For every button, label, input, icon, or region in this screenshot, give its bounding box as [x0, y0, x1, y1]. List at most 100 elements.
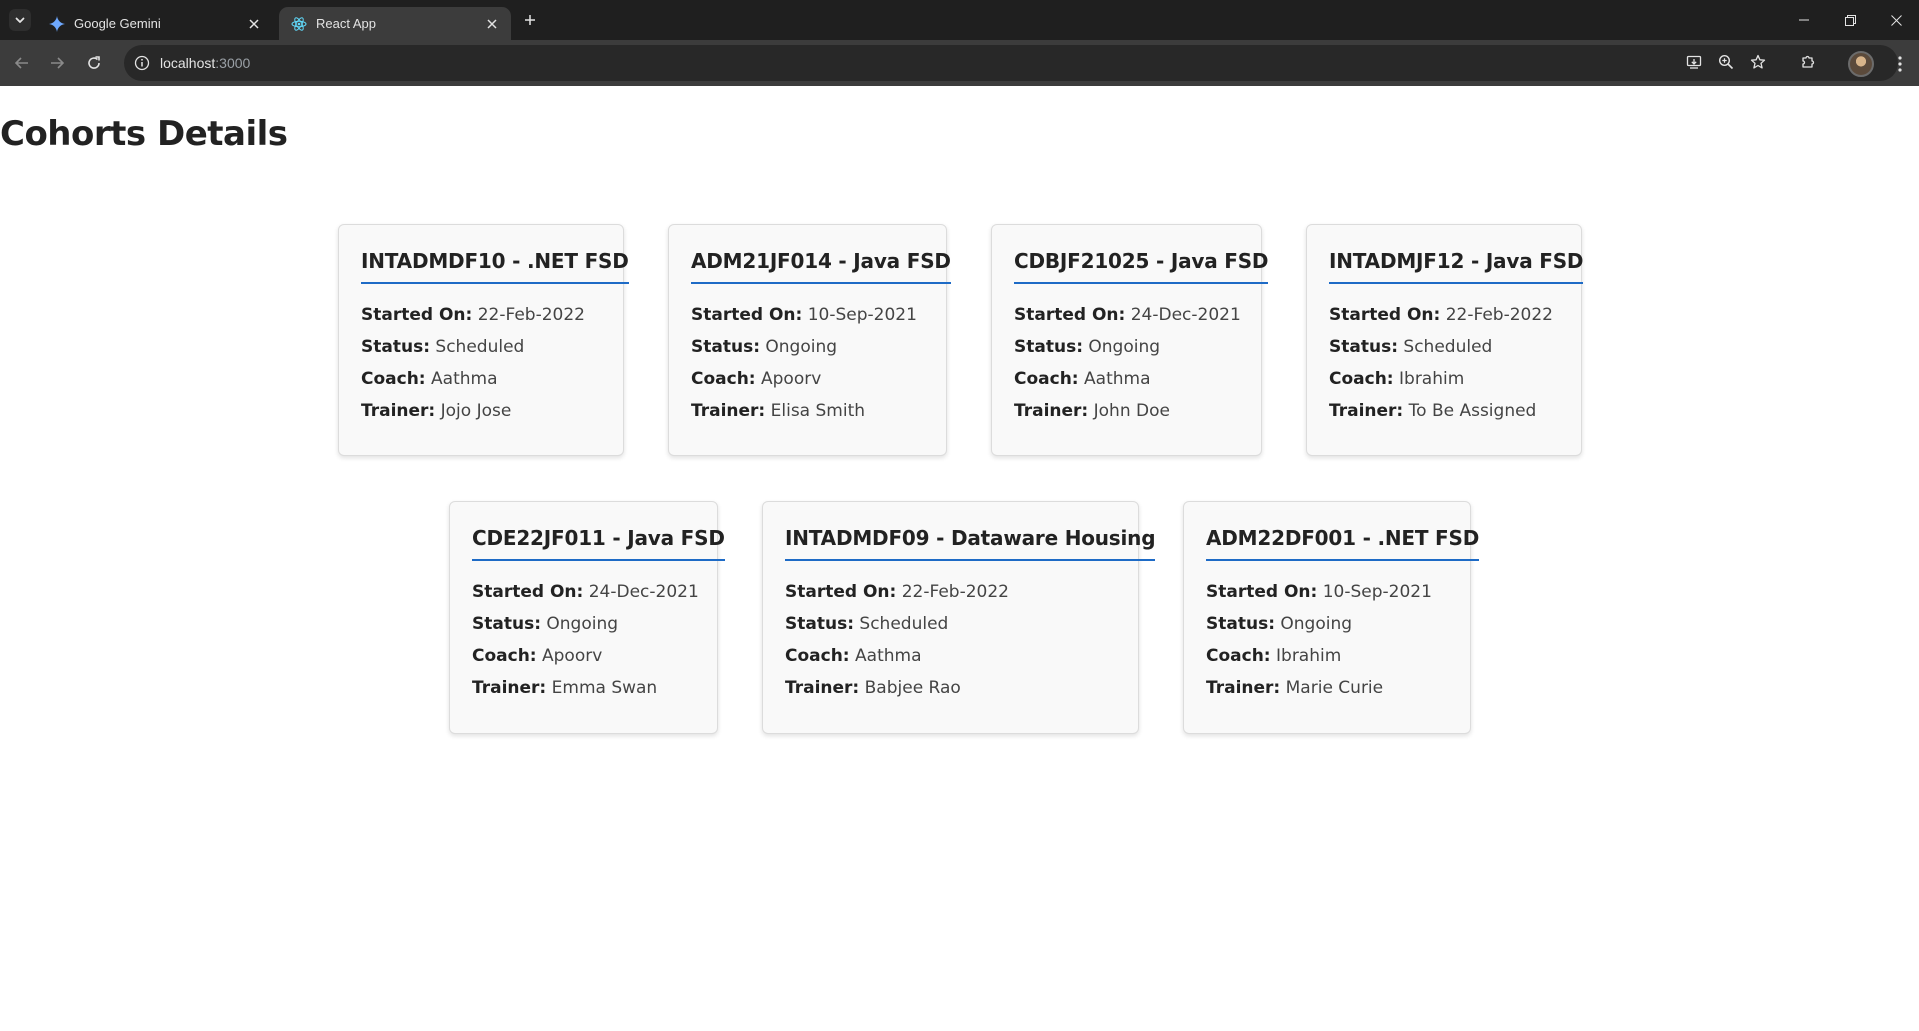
field-label: Coach:: [1329, 369, 1394, 389]
forward-button[interactable]: [45, 51, 69, 75]
started-on-value: 24-Dec-2021: [1130, 305, 1241, 325]
started-on-value: 22-Feb-2022: [901, 582, 1009, 602]
extensions-button[interactable]: [1796, 50, 1820, 74]
field-label: Coach:: [1014, 369, 1079, 389]
trainer-row: Trainer: Emma Swan: [472, 679, 695, 698]
trainer-value: Marie Curie: [1285, 678, 1384, 698]
cohort-card: CDE22JF011 - Java FSD Started On: 24-Dec…: [449, 501, 725, 734]
profile-avatar[interactable]: [1848, 51, 1874, 77]
browser-menu-button[interactable]: [1890, 51, 1910, 77]
field-label: Trainer:: [1014, 401, 1089, 421]
status-row: Status: Ongoing: [691, 338, 924, 357]
field-label: Started On:: [691, 305, 803, 325]
back-button[interactable]: [10, 51, 34, 75]
status-value: Scheduled: [1403, 337, 1493, 357]
field-label: Coach:: [361, 369, 426, 389]
field-label: Coach:: [691, 369, 756, 389]
tab-search-button[interactable]: [9, 9, 31, 31]
field-label: Coach:: [785, 646, 850, 666]
tab-title: React App: [316, 16, 376, 31]
coach-row: Coach: Ibrahim: [1206, 647, 1448, 666]
star-icon: [1750, 54, 1766, 69]
field-label: Status:: [1014, 337, 1083, 357]
trainer-row: Trainer: To Be Assigned: [1329, 402, 1559, 421]
field-label: Started On:: [472, 582, 584, 602]
page-title: Cohorts Details: [0, 114, 288, 154]
site-info-icon[interactable]: [130, 51, 154, 75]
field-label: Trainer:: [785, 678, 860, 698]
started-on-row: Started On: 22-Feb-2022: [1329, 306, 1559, 325]
coach-row: Coach: Aathma: [785, 647, 1116, 666]
reload-button[interactable]: [82, 51, 106, 75]
tab-google-gemini[interactable]: Google Gemini: [37, 7, 273, 40]
cohort-title: ADM21JF014 - Java FSD: [691, 249, 951, 284]
field-label: Status:: [1206, 614, 1275, 634]
coach-value: Apoorv: [761, 369, 822, 389]
close-window-button[interactable]: [1873, 0, 1919, 40]
close-tab-icon[interactable]: [483, 15, 501, 33]
status-value: Scheduled: [859, 614, 949, 634]
install-app-button[interactable]: [1682, 50, 1706, 74]
bookmark-button[interactable]: [1746, 50, 1770, 74]
status-value: Ongoing: [1280, 614, 1353, 634]
started-on-row: Started On: 24-Dec-2021: [1014, 305, 1241, 325]
cohort-title: CDBJF21025 - Java FSD: [1014, 249, 1269, 284]
coach-value: Apoorv: [542, 646, 603, 666]
field-label: Status:: [1329, 337, 1398, 357]
cohort-card: CDBJF21025 - Java FSD Started On: 24-Dec…: [991, 224, 1269, 456]
arrow-right-icon: [51, 57, 65, 69]
trainer-row: Trainer: John Doe: [1014, 402, 1239, 421]
started-on-row: Started On: 10-Sep-2021: [1206, 583, 1448, 602]
cohort-title: ADM22DF001 - .NET FSD: [1206, 526, 1479, 561]
field-label: Trainer:: [361, 401, 436, 421]
status-row: Status: Scheduled: [1329, 338, 1559, 357]
close-tab-icon[interactable]: [245, 15, 263, 33]
restore-button[interactable]: [1827, 0, 1873, 40]
cohort-card: INTADMDF10 - .NET FSD Started On: 22-Feb…: [338, 224, 629, 456]
field-label: Status:: [691, 337, 760, 357]
address-bar[interactable]: localhost:3000: [124, 45, 1898, 81]
started-on-row: Started On: 10-Sep-2021: [691, 306, 924, 325]
coach-value: Aathma: [855, 646, 922, 666]
cohort-title: INTADMDF09 - Dataware Housing: [785, 526, 1156, 561]
trainer-value: Jojo Jose: [440, 401, 512, 421]
coach-row: Coach: Aathma: [361, 370, 601, 389]
puzzle-icon: [1802, 55, 1815, 68]
field-label: Status:: [785, 614, 854, 634]
field-label: Started On:: [1206, 582, 1318, 602]
url-host: localhost: [160, 55, 216, 71]
coach-value: Ibrahim: [1399, 369, 1465, 389]
status-value: Ongoing: [546, 614, 619, 634]
started-on-value: 10-Sep-2021: [807, 305, 917, 325]
cohort-card: INTADMDF09 - Dataware Housing Started On…: [762, 501, 1156, 734]
status-value: Scheduled: [435, 337, 525, 357]
tab-title: Google Gemini: [74, 16, 161, 31]
trainer-row: Trainer: Jojo Jose: [361, 402, 601, 421]
field-label: Status:: [472, 614, 541, 634]
new-tab-button[interactable]: [520, 10, 540, 30]
field-label: Trainer:: [472, 678, 547, 698]
started-on-value: 10-Sep-2021: [1322, 582, 1432, 602]
coach-value: Ibrahim: [1276, 646, 1342, 666]
address-url[interactable]: localhost:3000: [160, 55, 250, 71]
close-icon: [1890, 14, 1902, 26]
trainer-value: To Be Assigned: [1408, 401, 1537, 421]
browser-toolbar: localhost:3000: [0, 40, 1919, 86]
tab-react-app[interactable]: React App: [279, 7, 511, 40]
minimize-icon: [1799, 19, 1809, 21]
cohort-title: CDE22JF011 - Java FSD: [472, 526, 725, 561]
plus-icon: [525, 15, 535, 25]
status-row: Status: Scheduled: [785, 615, 1116, 634]
field-label: Started On:: [1329, 305, 1441, 325]
zoom-button[interactable]: [1714, 50, 1738, 74]
cohort-title: INTADMDF10 - .NET FSD: [361, 249, 629, 284]
cohort-card: INTADMJF12 - Java FSD Started On: 22-Feb…: [1306, 224, 1584, 456]
trainer-row: Trainer: Babjee Rao: [785, 679, 1116, 698]
reload-icon: [88, 56, 100, 69]
started-on-value: 22-Feb-2022: [477, 305, 585, 325]
trainer-value: Babjee Rao: [864, 678, 961, 698]
started-on-row: Started On: 22-Feb-2022: [785, 583, 1116, 602]
status-value: Ongoing: [1088, 337, 1161, 357]
page-content: Cohorts Details INTADMDF10 - .NET FSD St…: [0, 86, 1919, 1031]
minimize-button[interactable]: [1781, 0, 1827, 40]
